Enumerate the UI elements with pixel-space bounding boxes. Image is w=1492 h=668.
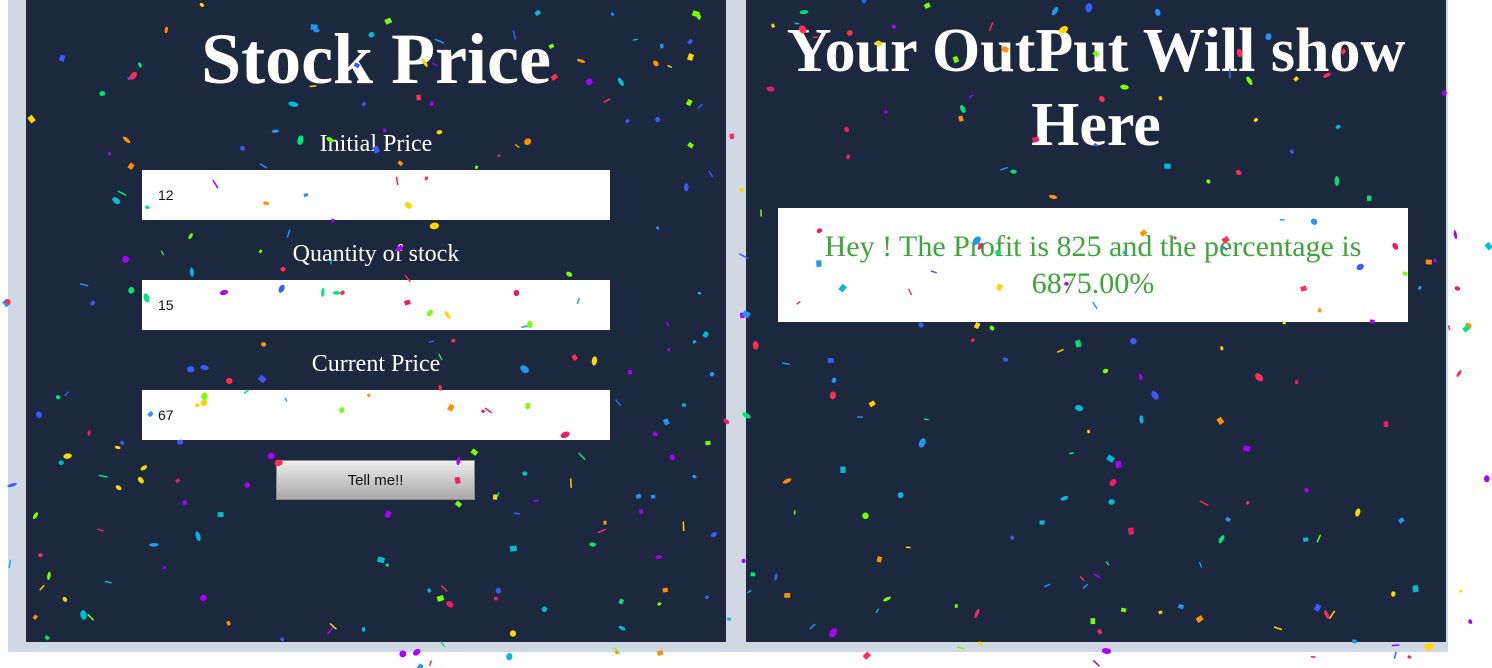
quantity-input[interactable] <box>142 280 610 330</box>
confetti-piece <box>506 653 513 661</box>
confetti-piece <box>1393 651 1397 659</box>
quantity-label: Quantity of stock <box>292 241 460 267</box>
initial-price-label: Initial Price <box>319 131 433 157</box>
page-title: Stock Price <box>201 19 551 99</box>
output-title: Your OutPut Will show Here <box>786 17 1406 159</box>
confetti-piece <box>1092 659 1100 667</box>
confetti-piece <box>862 651 872 660</box>
confetti-piece <box>1310 655 1316 658</box>
tell-me-button[interactable]: Tell me!! <box>276 460 475 500</box>
confetti-piece <box>1462 324 1471 333</box>
confetti-piece <box>1407 654 1412 659</box>
stock-input-panel: Stock Price Initial Price Quantity of st… <box>26 0 726 642</box>
confetti-piece <box>1484 242 1492 251</box>
confetti-piece <box>1447 325 1451 331</box>
confetti-piece <box>1456 370 1462 377</box>
confetti-piece <box>428 660 433 667</box>
confetti-piece <box>1483 475 1490 483</box>
output-panel: Your OutPut Will show Here Hey ! The Pro… <box>746 0 1446 642</box>
confetti-piece <box>1465 322 1472 329</box>
current-price-input[interactable] <box>142 390 610 440</box>
initial-price-input[interactable] <box>142 170 610 220</box>
page-frame: Stock Price Initial Price Quantity of st… <box>8 0 1448 652</box>
confetti-piece <box>416 663 424 668</box>
confetti-piece <box>1453 230 1458 240</box>
current-price-label: Current Price <box>311 351 441 377</box>
confetti-piece <box>1459 589 1463 593</box>
confetti-piece <box>1468 619 1473 625</box>
output-message: Hey ! The Profit is 825 and the percenta… <box>778 208 1408 322</box>
confetti-piece <box>1454 286 1461 291</box>
